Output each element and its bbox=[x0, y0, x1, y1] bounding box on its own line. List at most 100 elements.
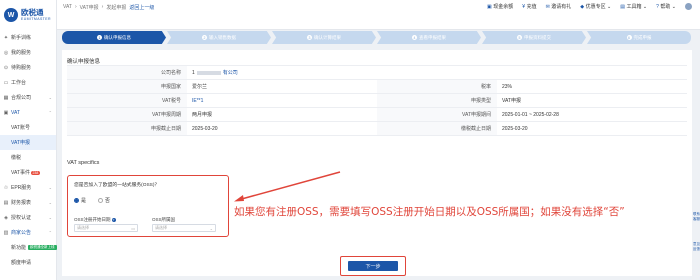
oss-country-select[interactable]: 请选择 ⌄ bbox=[152, 224, 216, 232]
sidebar-item-pending-services[interactable]: ⊙ 待购服务 bbox=[0, 60, 56, 75]
toolbox-button[interactable]: ▤ 工具箱 ⌄ bbox=[620, 3, 647, 10]
sidebar-item-store-notice[interactable]: ▥ 商家公告 ⌃ bbox=[0, 225, 56, 240]
oss-start-label: OSS注册开始日期? bbox=[74, 217, 116, 222]
wallet-icon: ▣ bbox=[487, 4, 492, 10]
redacted-text bbox=[196, 70, 221, 75]
toolbar: ▣ 现金余额 ¥ 充值 ✉ 邀请有礼 ◆ 优惠专区 ⌄ ▤ 工具箱 ⌄ ? 帮助 ⌄ bbox=[487, 3, 692, 10]
help-icon[interactable]: ? bbox=[111, 218, 116, 222]
avatar[interactable] bbox=[685, 3, 692, 10]
radio-checked-icon bbox=[74, 198, 79, 203]
sidebar-item-vat-events[interactable]: VAT事件 238 bbox=[0, 165, 56, 180]
oss-start-date-field[interactable]: 请选择 ▭ bbox=[74, 224, 138, 232]
next-step-button[interactable]: 下一步 bbox=[348, 261, 398, 271]
sidebar-item-training[interactable]: ✦ 新手训练 bbox=[0, 30, 56, 45]
breadcrumb-vat[interactable]: VAT bbox=[63, 4, 72, 11]
promo-badge: 欧税通全新上线 bbox=[28, 245, 57, 250]
progress-steps: 1 确认申报信息 2 输入销售数据 3 确认计算结果 4 查看申报结果 5 申报资料提交 … bbox=[62, 31, 692, 44]
feedback-button[interactable]: 意见反馈 bbox=[693, 242, 700, 252]
chevron-down-icon: ⌄ bbox=[48, 185, 52, 190]
sidebar-item-new-features[interactable]: 新功能 欧税通全新上线 bbox=[0, 240, 57, 255]
sidebar-item-label: 待购服务 bbox=[11, 65, 32, 71]
sidebar-item-label: 新手训练 bbox=[11, 35, 32, 41]
top-bar: VAT › VAT申报 › 发起申报 返回上一级 ▣ 现金余额 ¥ 充值 ✉ 邀请有礼 ◆… bbox=[57, 0, 700, 30]
oss-radio-group: 是 否 bbox=[74, 197, 110, 204]
sidebar-item-quota-apply[interactable]: 额度申请 bbox=[0, 255, 56, 270]
brand-name: 欧税通 bbox=[21, 8, 44, 17]
annotation-text: 如果您有注册OSS，需要填写OSS注册开始日期以及OSS所属国；如果没有选择“否… bbox=[234, 206, 625, 218]
oss-question: 您是否加入了欧盟的一站式服务(OSS)？ bbox=[74, 183, 160, 188]
table-row: 公司名称 1 有公司 bbox=[67, 66, 687, 80]
service-icon: ◎ bbox=[3, 49, 9, 56]
filing-info-table: 公司名称 1 有公司 申报国家 爱尔兰 税率 23% VAT税号 IE**1 申报… bbox=[67, 65, 687, 136]
table-row: 申报国家 爱尔兰 税率 23% bbox=[67, 80, 687, 94]
oss-country-label: OSS所属国 bbox=[152, 217, 176, 222]
oss-no-radio[interactable]: 否 bbox=[98, 197, 110, 204]
table-row: VAT申报周期 两月申报 VAT申报期间 2025-01-01 ~ 2025-0… bbox=[67, 108, 687, 122]
toolbox-icon: ▤ bbox=[620, 4, 625, 10]
step-5: 5 申报资料提交 bbox=[482, 31, 586, 44]
right-rail: 联系客服 意见反馈 bbox=[693, 212, 700, 252]
contact-service-button[interactable]: 联系客服 bbox=[693, 212, 700, 222]
step-4: 4 查看申报结果 bbox=[377, 31, 481, 44]
sidebar-item-companies[interactable]: ▦ 合规公司 ⌄ bbox=[0, 90, 56, 105]
recharge-icon: ¥ bbox=[522, 4, 526, 10]
sidebar-item-workbench[interactable]: ▭ 工作台 bbox=[0, 75, 56, 90]
filing-card: 确认申报信息 公司名称 1 有公司 申报国家 爱尔兰 税率 23% VAT税号 I… bbox=[62, 50, 692, 276]
sidebar: W 欧税通 EUMITMASTER ✦ 新手训练 ◎ 我的服务 ⊙ 待购服务 ▭ 工作台… bbox=[0, 0, 57, 280]
cart-icon: ⊙ bbox=[3, 64, 9, 71]
sidebar-item-label: 商家公告 bbox=[11, 230, 32, 236]
sidebar-item-vat-number[interactable]: VAT账号 bbox=[0, 120, 56, 135]
sidebar-item-label: EPR服务 bbox=[11, 185, 32, 191]
calendar-icon: ▭ bbox=[131, 225, 135, 231]
tag-icon: ◆ bbox=[580, 4, 585, 10]
next-button-highlight: 下一步 bbox=[340, 256, 406, 276]
oss-yes-radio[interactable]: 是 bbox=[74, 197, 86, 204]
vat-icon: ▣ bbox=[3, 109, 9, 116]
sidebar-item-label: 合规公司 bbox=[11, 95, 32, 101]
section-title-confirm: 确认申报信息 bbox=[67, 59, 101, 65]
brand-logo[interactable]: W 欧税通 EUMITMASTER bbox=[0, 0, 56, 30]
sidebar-item-label: 缴税 bbox=[11, 155, 22, 161]
chevron-down-icon: ⌄ bbox=[48, 200, 52, 205]
chevron-down-icon: ⌄ bbox=[48, 95, 52, 100]
chevron-down-icon: ⌄ bbox=[209, 225, 213, 231]
rocket-icon: ✦ bbox=[3, 34, 9, 41]
store-icon: ▥ bbox=[3, 229, 9, 236]
sidebar-item-vat-filing[interactable]: VAT申报 bbox=[0, 135, 56, 150]
auth-icon: ◈ bbox=[4, 214, 8, 221]
sidebar-item-vat[interactable]: ▣ VAT ⌃ bbox=[0, 105, 56, 120]
back-link[interactable]: 返回上一级 bbox=[129, 4, 154, 11]
sidebar-item-label: 我的服务 bbox=[11, 50, 32, 56]
sidebar-item-label: 新功能 bbox=[11, 245, 27, 251]
invite-button[interactable]: ✉ 邀请有礼 bbox=[546, 3, 572, 10]
sidebar-item-label: 财务报表 bbox=[11, 200, 32, 206]
gift-icon: ✉ bbox=[545, 4, 550, 10]
step-3: 3 确认计算结果 bbox=[272, 31, 376, 44]
company-icon: ▦ bbox=[3, 94, 9, 101]
sidebar-item-label: VAT事件 bbox=[11, 170, 30, 176]
recharge-button[interactable]: ¥ 充值 bbox=[522, 3, 536, 10]
annotation-arrow bbox=[234, 171, 341, 202]
balance-button[interactable]: ▣ 现金余额 bbox=[487, 3, 513, 10]
table-row: 申报截止日期 2025-03-20 缴税截止日期 2025-03-20 bbox=[67, 122, 687, 136]
sidebar-item-my-services[interactable]: ◎ 我的服务 bbox=[0, 45, 56, 60]
breadcrumb: VAT › VAT申报 › 发起申报 返回上一级 bbox=[63, 4, 155, 11]
breadcrumb-vat-filing[interactable]: VAT申报 bbox=[80, 4, 99, 11]
sidebar-item-auth[interactable]: ◈ 授权认证 ⌄ bbox=[0, 210, 56, 225]
radio-unchecked-icon bbox=[98, 198, 104, 203]
oss-question-box: 您是否加入了欧盟的一站式服务(OSS)？ 是 否 OSS注册开始日期? OSS所… bbox=[67, 175, 229, 237]
epr-icon: ♲ bbox=[3, 184, 9, 191]
sidebar-item-epr[interactable]: ♲ EPR服务 ⌄ bbox=[0, 180, 56, 195]
breadcrumb-start-filing: 发起申报 bbox=[106, 5, 127, 11]
deals-button[interactable]: ◆ 优惠专区 ⌄ bbox=[580, 3, 611, 10]
step-1: 1 确认申报信息 bbox=[62, 31, 166, 44]
sidebar-item-label: VAT账号 bbox=[11, 125, 30, 131]
help-button[interactable]: ? 帮助 ⌄ bbox=[656, 3, 676, 10]
sidebar-item-tax-payment[interactable]: 缴税 bbox=[0, 150, 56, 165]
desk-icon: ▭ bbox=[3, 79, 9, 86]
sidebar-item-reports[interactable]: ▤ 财务报表 ⌄ bbox=[0, 195, 56, 210]
sidebar-item-label: 工作台 bbox=[11, 80, 27, 86]
section-title-vat-specifics: VAT specifics bbox=[67, 160, 100, 166]
sidebar-item-label: 授权认证 bbox=[11, 215, 32, 221]
table-row: VAT税号 IE**1 申报类型 VAT申报 bbox=[67, 94, 687, 108]
